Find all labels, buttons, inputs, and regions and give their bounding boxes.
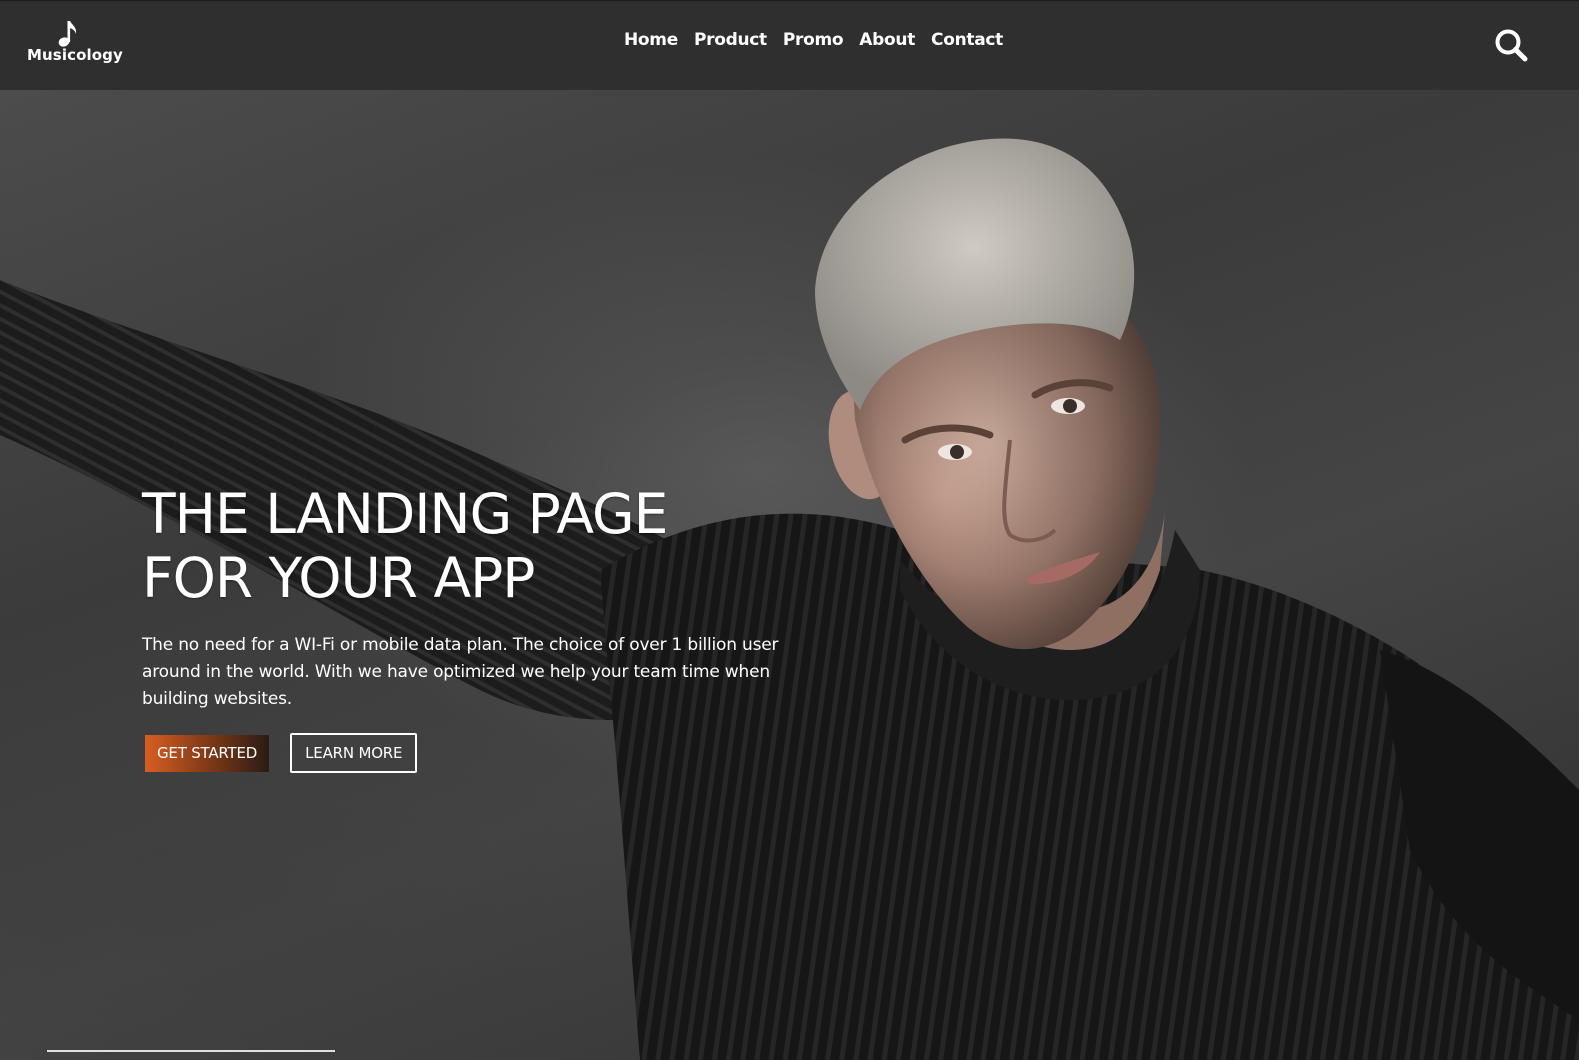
get-started-button[interactable]: GET STARTED [145,734,270,772]
hero-title: THE LANDING PAGE FOR YOUR APP [142,482,822,610]
nav-about[interactable]: About [859,30,915,50]
hero-subtitle: The no need for a WI-Fi or mobile data p… [142,635,779,709]
hero-section: THE LANDING PAGE FOR YOUR APP The no nee… [0,90,1579,1060]
hero-content: THE LANDING PAGE FOR YOUR APP The no nee… [142,482,822,773]
logo-link[interactable]: Musicology [27,17,123,67]
search-button[interactable] [1493,27,1529,63]
main-nav: Home Product Promo About Contact [624,30,1003,50]
hero-title-line-2: FOR YOUR APP [142,546,535,610]
nav-product[interactable]: Product [694,30,767,50]
logo-text: Musicology [27,46,123,64]
landing-page: Musicology Home Product Promo About Cont… [0,0,1579,1060]
hero-buttons: GET STARTED LEARN MORE [142,733,822,773]
nav-promo[interactable]: Promo [783,30,844,50]
nav-contact[interactable]: Contact [931,30,1003,50]
music-note-icon [58,21,77,47]
horizontal-scrollbar[interactable] [47,1050,335,1052]
nav-home[interactable]: Home [624,30,678,50]
search-icon [1495,29,1528,62]
hero-title-line-1: THE LANDING PAGE [142,482,668,546]
learn-more-button[interactable]: LEARN MORE [290,733,418,773]
site-header: Musicology Home Product Promo About Cont… [0,0,1579,90]
